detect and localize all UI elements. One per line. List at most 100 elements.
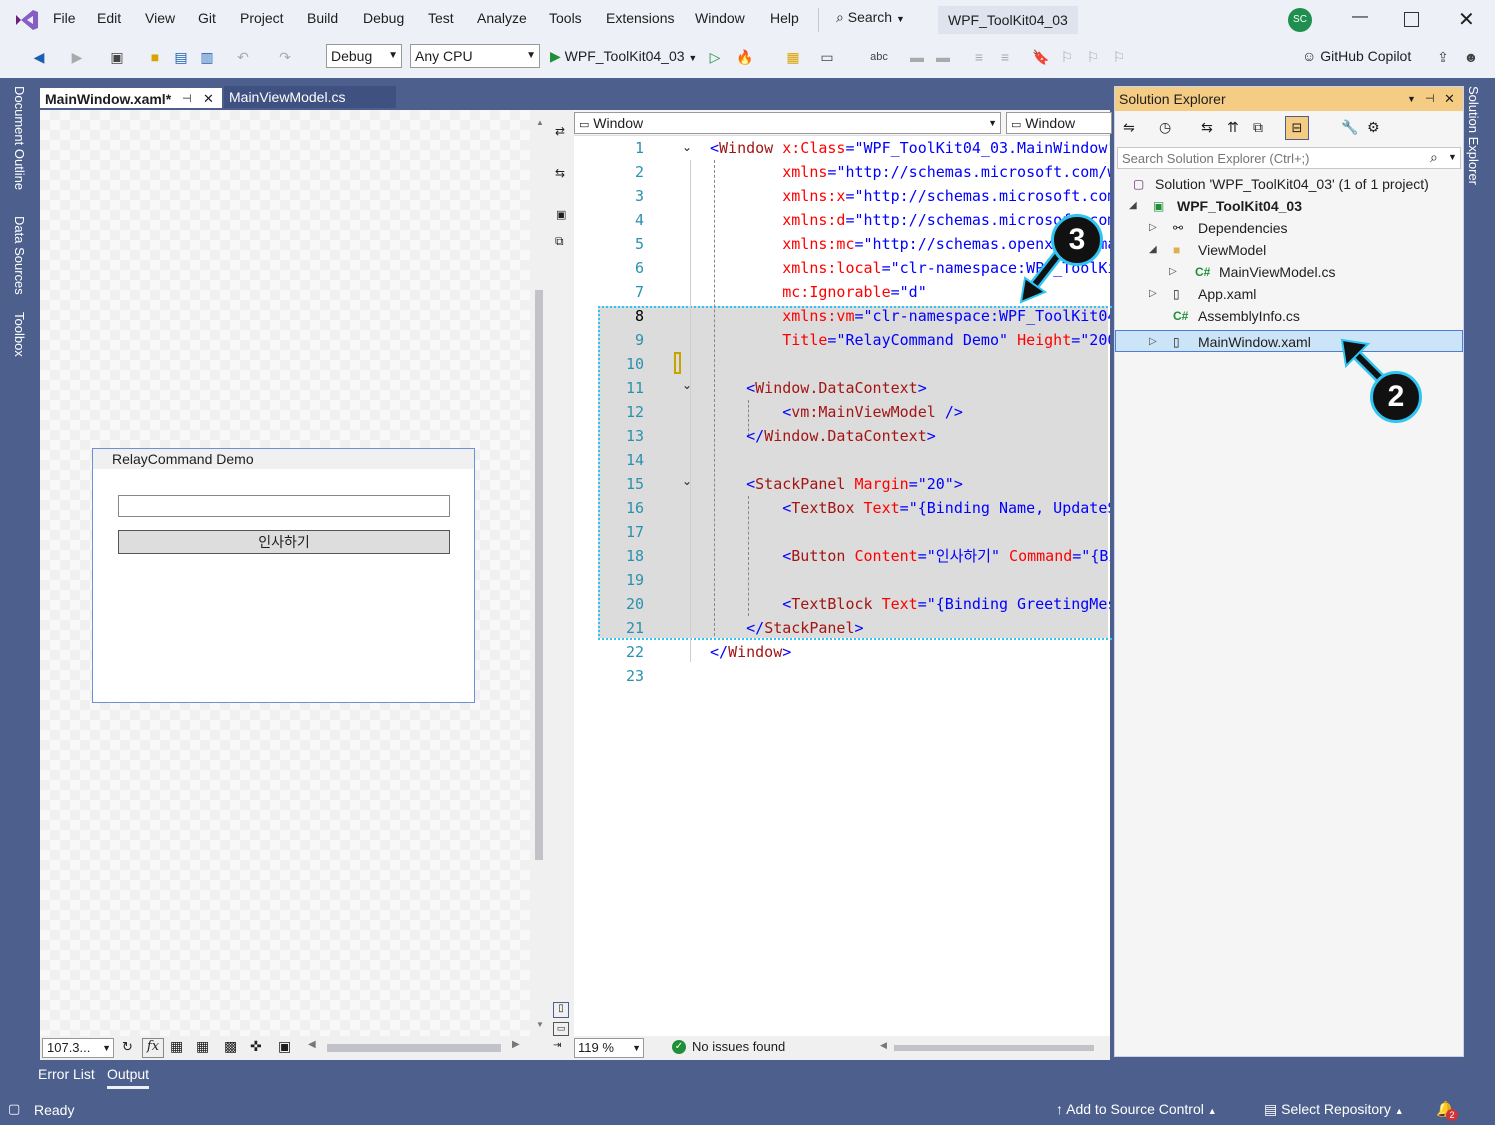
xaml-designer-surface[interactable]: RelayCommand Demo 인사하기 ▲ ▼	[40, 110, 548, 1036]
tab-mainviewmodel-cs[interactable]: MainViewModel.cs	[224, 86, 396, 108]
collapse-all-icon[interactable]: ⇈	[1227, 119, 1239, 136]
undo-icon[interactable]: ↶	[234, 48, 252, 66]
code-text[interactable]: <vm:MainViewModel />	[710, 400, 1110, 424]
code-line[interactable]: 11 <Window.DataContext>	[548, 376, 1110, 400]
save-icon[interactable]: ▤	[172, 48, 190, 66]
menu-view[interactable]: View	[145, 10, 175, 26]
clear-bookmarks-icon[interactable]: ⚐	[1110, 48, 1128, 66]
designer-window-preview[interactable]: RelayCommand Demo 인사하기	[92, 448, 475, 703]
horizontal-scrollbar-thumb[interactable]	[894, 1045, 1094, 1051]
tab-output[interactable]: Output	[107, 1066, 150, 1089]
code-line[interactable]: 13 </Window.DataContext>	[548, 424, 1110, 448]
code-text[interactable]: Title="RelayCommand Demo" Height="200" W…	[710, 328, 1110, 352]
window-position-icon[interactable]: ▼	[1407, 87, 1416, 111]
spellcheck-icon[interactable]: abc	[870, 48, 888, 66]
code-line[interactable]: 21 </StackPanel>	[548, 616, 1110, 640]
menu-tools[interactable]: Tools	[549, 10, 582, 26]
menu-file[interactable]: File	[53, 10, 76, 26]
expanded-arrow-icon[interactable]: ◢	[1129, 195, 1137, 217]
github-copilot-button[interactable]: ☺ GitHub Copilot	[1302, 46, 1411, 66]
code-line[interactable]: 4 xmlns:d="http://schemas.microsoft.com/…	[548, 208, 1110, 232]
open-folder-icon[interactable]: ■	[146, 48, 164, 66]
back-icon[interactable]: ◀	[30, 48, 48, 66]
editor-zoom-select[interactable]: 119 % ▼	[574, 1038, 644, 1058]
uncomment-icon[interactable]: ▬	[934, 48, 952, 66]
code-text[interactable]: <Button Content="인사하기" Command="{Binding…	[710, 544, 1110, 568]
pin-icon[interactable]: ⊣	[1425, 87, 1435, 111]
notifications-button[interactable]: 🔔 2	[1436, 1100, 1458, 1121]
collapsed-arrow-icon[interactable]: ▷	[1169, 261, 1177, 283]
designer-zoom-select[interactable]: 107.3... ▼	[42, 1038, 114, 1058]
save-all-icon[interactable]: ▥	[198, 48, 216, 66]
artboard-background-icon[interactable]: ▩	[224, 1038, 237, 1055]
output-window-icon[interactable]: ▢	[8, 1101, 20, 1117]
snap-lines-icon[interactable]: ✜	[250, 1038, 262, 1055]
expand-pane-icon[interactable]: ⇥	[553, 1040, 561, 1051]
menu-git[interactable]: Git	[198, 10, 216, 26]
horizontal-split-icon[interactable]: ▭	[553, 1022, 569, 1036]
expanded-arrow-icon[interactable]: ◢	[1149, 239, 1157, 261]
element-nav-select-right[interactable]: ▭ Window	[1006, 112, 1112, 134]
grid-icon[interactable]: ▦	[170, 1038, 183, 1055]
comment-icon[interactable]: ▬	[908, 48, 926, 66]
tree-item-solution[interactable]: ▢ Solution 'WPF_ToolKit04_03' (1 of 1 pr…	[1115, 173, 1463, 195]
scrollbar-thumb[interactable]	[535, 290, 543, 860]
hot-reload-icon[interactable]: 🔥	[736, 48, 754, 66]
tree-item-app-xaml[interactable]: ▷ ▯ App.xaml	[1115, 283, 1463, 305]
menu-debug[interactable]: Debug	[363, 10, 404, 26]
code-line[interactable]: 1 <Window x:Class="WPF_ToolKit04_03.MainW…	[548, 136, 1110, 160]
snap-grid-icon[interactable]: ▦	[196, 1038, 209, 1055]
code-text[interactable]: </Window>	[710, 640, 1110, 664]
menu-window[interactable]: Window	[695, 10, 745, 26]
horizontal-scrollbar-thumb[interactable]	[327, 1044, 501, 1052]
switch-views-icon[interactable]: ⇆	[1201, 119, 1213, 136]
menu-build[interactable]: Build	[307, 10, 338, 26]
indent-icon[interactable]: ≡	[996, 48, 1014, 66]
select-repository-button[interactable]: ▤ Select Repository ▲	[1264, 1101, 1404, 1118]
refresh-icon[interactable]: ↻	[122, 1039, 133, 1055]
device-preview-icon[interactable]: ▣	[278, 1038, 291, 1055]
effects-icon[interactable]: fx	[142, 1038, 164, 1058]
code-text[interactable]: xmlns:d="http://schemas.microsoft.com/ex…	[710, 208, 1110, 232]
scroll-left-icon[interactable]: ◀	[308, 1039, 316, 1050]
solution-configuration-select[interactable]: Debug ▼	[326, 44, 402, 68]
code-line[interactable]: 18 <Button Content="인사하기" Command="{Bind…	[548, 544, 1110, 568]
code-line[interactable]: 12 <vm:MainViewModel />	[548, 400, 1110, 424]
code-text[interactable]: xmlns="http://schemas.microsoft.com/winf…	[710, 160, 1110, 184]
share-icon[interactable]: ⇪	[1434, 48, 1452, 66]
feedback-icon[interactable]: ☻	[1462, 48, 1480, 66]
scroll-left-icon[interactable]: ◀	[880, 1040, 887, 1051]
tree-item-mainviewmodel-cs[interactable]: ▷ C# MainViewModel.cs	[1115, 261, 1463, 283]
prev-bookmark-icon[interactable]: ⚐	[1058, 48, 1076, 66]
forward-icon[interactable]: ▶	[68, 48, 86, 66]
menu-analyze[interactable]: Analyze	[477, 10, 527, 26]
tree-item-project[interactable]: ◢ ▣ WPF_ToolKit04_03	[1115, 195, 1463, 217]
add-to-source-control-button[interactable]: ↑ Add to Source Control ▲	[1056, 1101, 1217, 1117]
code-line[interactable]: 10	[548, 352, 1110, 376]
next-bookmark-icon[interactable]: ⚐	[1084, 48, 1102, 66]
tree-item-dependencies[interactable]: ▷ ⚯ Dependencies	[1115, 217, 1463, 239]
designer-vertical-scrollbar[interactable]: ▲ ▼	[530, 110, 548, 1036]
start-without-debugging-icon[interactable]: ▷	[706, 48, 724, 66]
tab-mainwindow-xaml[interactable]: MainWindow.xaml* ⊣ ✕	[40, 86, 222, 108]
tab-document-outline[interactable]: Document Outline	[12, 86, 27, 190]
code-line[interactable]: 16 <TextBox Text="{Binding Name, UpdateS…	[548, 496, 1110, 520]
code-line[interactable]: 14	[548, 448, 1110, 472]
visual-studio-logo-icon[interactable]	[14, 8, 40, 32]
code-line[interactable]: 20 <TextBlock Text="{Binding GreetingMes…	[548, 592, 1110, 616]
tab-error-list[interactable]: Error List	[38, 1066, 95, 1082]
pin-icon[interactable]: ⊣	[182, 88, 192, 110]
close-tab-icon[interactable]: ✕	[203, 88, 214, 110]
solution-platform-select[interactable]: Any CPU ▼	[410, 44, 540, 68]
issues-status[interactable]: No issues found	[692, 1039, 785, 1054]
scroll-right-icon[interactable]: ▶	[512, 1039, 520, 1050]
start-debugging-button[interactable]: ▶ WPF_ToolKit04_03 ▼	[550, 46, 697, 68]
avatar[interactable]: SC	[1288, 8, 1312, 32]
new-project-icon[interactable]: ▣	[108, 48, 126, 66]
code-line[interactable]: 17	[548, 520, 1110, 544]
tree-item-mainwindow-xaml[interactable]: ▷ ▯ MainWindow.xaml	[1115, 330, 1463, 352]
solution-search-box[interactable]: ⌕ ▼	[1117, 147, 1461, 169]
code-text[interactable]: xmlns:x="http://schemas.microsoft.com/wi…	[710, 184, 1110, 208]
outdent-icon[interactable]: ≡	[970, 48, 988, 66]
tab-solution-explorer-pinned[interactable]: Solution Explorer	[1466, 86, 1481, 185]
